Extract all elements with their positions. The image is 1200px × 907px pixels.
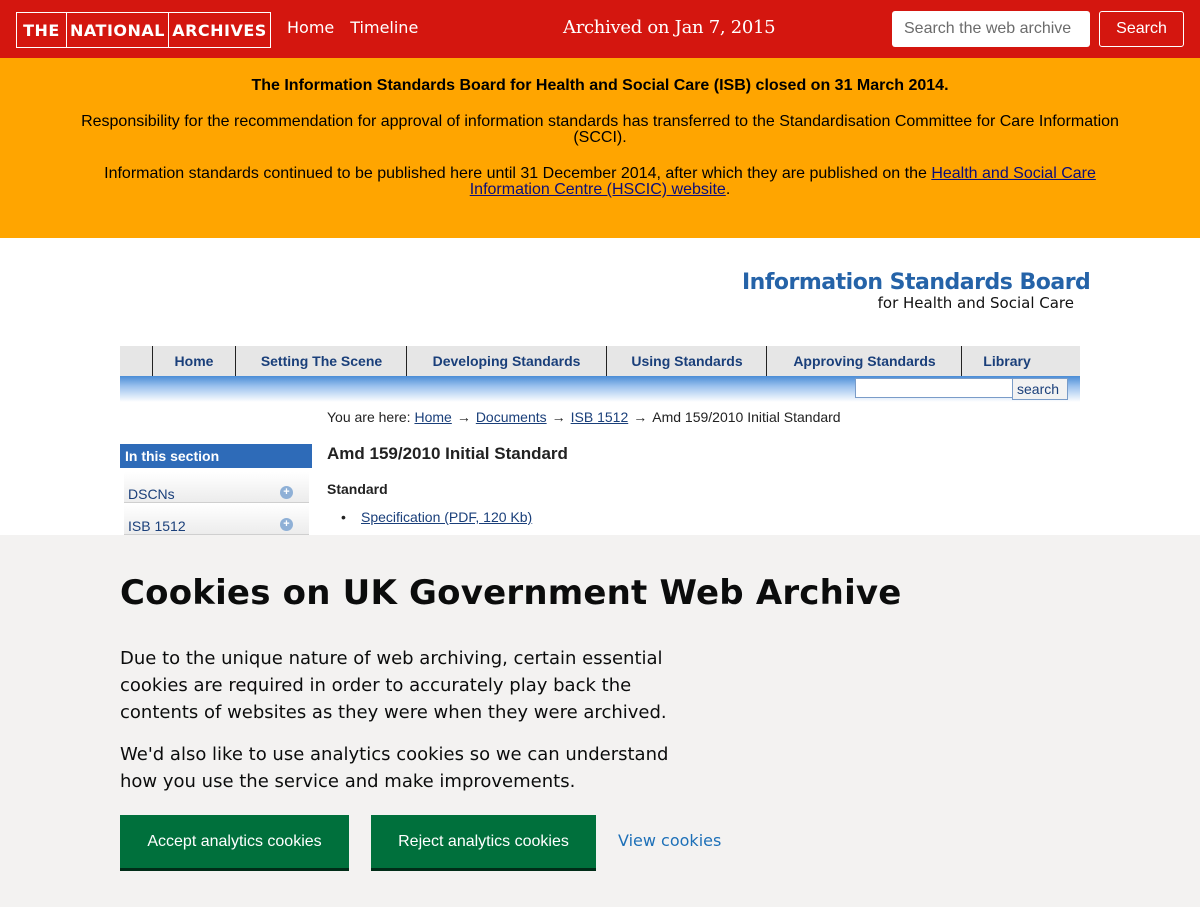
nav-approving-standards[interactable]: Approving Standards xyxy=(766,346,962,376)
nav-developing-standards[interactable]: Developing Standards xyxy=(406,346,606,376)
breadcrumb-separator: → xyxy=(633,409,648,425)
cookie-banner: Cookies on UK Government Web Archive Due… xyxy=(0,535,1200,907)
nav-home-label: Home xyxy=(174,353,214,369)
expand-icon[interactable]: + xyxy=(280,518,293,531)
archive-nav: Home Timeline xyxy=(287,18,418,37)
site-search-button[interactable]: search xyxy=(1012,378,1068,400)
nav-using-standards[interactable]: Using Standards xyxy=(606,346,767,376)
view-cookies-link[interactable]: View cookies xyxy=(618,831,721,850)
logo-word-the: THE xyxy=(23,20,60,40)
breadcrumb: You are here: Home → Documents → ISB 1512 → Am… xyxy=(327,409,841,425)
reject-analytics-cookies-button[interactable]: Reject analytics cookies xyxy=(371,815,596,868)
notice-publication-prefix: Information standards continued to be pu… xyxy=(104,165,927,182)
logo-word-archives: ARCHIVES xyxy=(168,13,270,47)
list-item: Specification (PDF, 120 Kb) xyxy=(341,509,532,525)
nav-library[interactable]: Library xyxy=(961,346,1052,376)
nav-using-standards-label: Using Standards xyxy=(631,353,743,369)
archive-search-input[interactable] xyxy=(892,11,1090,47)
sidebar-list: DSCNs + ISB 1512 + xyxy=(120,468,312,538)
notice-heading: The Information Standards Board for Heal… xyxy=(251,77,949,94)
notice-publication-text: Information standards continued to be pu… xyxy=(80,166,1120,198)
breadcrumb-current: Amd 159/2010 Initial Standard xyxy=(652,409,841,425)
archived-date[interactable]: Archived on Jan 7, 2015 xyxy=(563,17,776,38)
logo-word-national: NATIONAL xyxy=(66,13,168,47)
breadcrumb-separator: → xyxy=(551,409,566,425)
archive-search-button[interactable]: Search xyxy=(1099,11,1184,47)
cookie-banner-text-essential: Due to the unique nature of web archivin… xyxy=(120,648,667,723)
cookie-banner-text-analytics: We'd also like to use analytics cookies … xyxy=(120,744,669,792)
expand-icon[interactable]: + xyxy=(280,486,293,499)
nav-home[interactable]: Home xyxy=(152,346,235,376)
document-list: Specification (PDF, 120 Kb) xyxy=(341,509,532,525)
isb-logo-title: Information Standards Board xyxy=(742,270,1091,295)
nav-approving-standards-label: Approving Standards xyxy=(793,353,936,369)
archive-nav-home[interactable]: Home xyxy=(287,18,334,37)
closure-notice: The Information Standards Board for Heal… xyxy=(0,58,1200,238)
nav-developing-standards-label: Developing Standards xyxy=(432,353,581,369)
national-archives-logo[interactable]: THE NATIONAL ARCHIVES xyxy=(16,12,271,48)
notice-publication-suffix: . xyxy=(725,181,731,198)
breadcrumb-prefix: You are here: xyxy=(327,409,411,425)
sidebar-heading: In this section xyxy=(120,444,312,468)
notice-transfer-text: Responsibility for the recommendation fo… xyxy=(81,113,1119,146)
breadcrumb-documents[interactable]: Documents xyxy=(476,409,547,425)
archive-header: THE NATIONAL ARCHIVES Home Timeline Arch… xyxy=(0,0,1200,58)
sidebar-item-dscns[interactable]: DSCNs + xyxy=(124,472,309,503)
breadcrumb-separator: → xyxy=(456,409,471,425)
breadcrumb-home[interactable]: Home xyxy=(414,409,451,425)
breadcrumb-isb-1512[interactable]: ISB 1512 xyxy=(571,409,629,425)
nav-setting-the-scene[interactable]: Setting The Scene xyxy=(235,346,407,376)
sidebar-item-label: DSCNs xyxy=(128,486,175,502)
nav-setting-the-scene-label: Setting The Scene xyxy=(260,353,383,369)
sidebar-item-isb-1512[interactable]: ISB 1512 + xyxy=(124,504,309,535)
cookie-banner-title: Cookies on UK Government Web Archive xyxy=(120,573,902,613)
archive-nav-timeline[interactable]: Timeline xyxy=(350,18,418,37)
accept-analytics-cookies-button[interactable]: Accept analytics cookies xyxy=(120,815,349,868)
isb-logo[interactable]: Information Standards Board for Health a… xyxy=(742,270,1091,315)
nav-library-label: Library xyxy=(983,353,1031,369)
section-heading: Standard xyxy=(327,481,388,497)
page-title: Amd 159/2010 Initial Standard xyxy=(327,444,568,463)
specification-pdf-link[interactable]: Specification (PDF, 120 Kb) xyxy=(361,509,532,525)
main-nav: Home Setting The Scene Developing Standa… xyxy=(120,346,1080,376)
isb-logo-subtitle: for Health and Social Care xyxy=(877,294,1074,312)
sidebar-item-label: ISB 1512 xyxy=(128,518,186,534)
site-search-input[interactable] xyxy=(855,378,1013,398)
